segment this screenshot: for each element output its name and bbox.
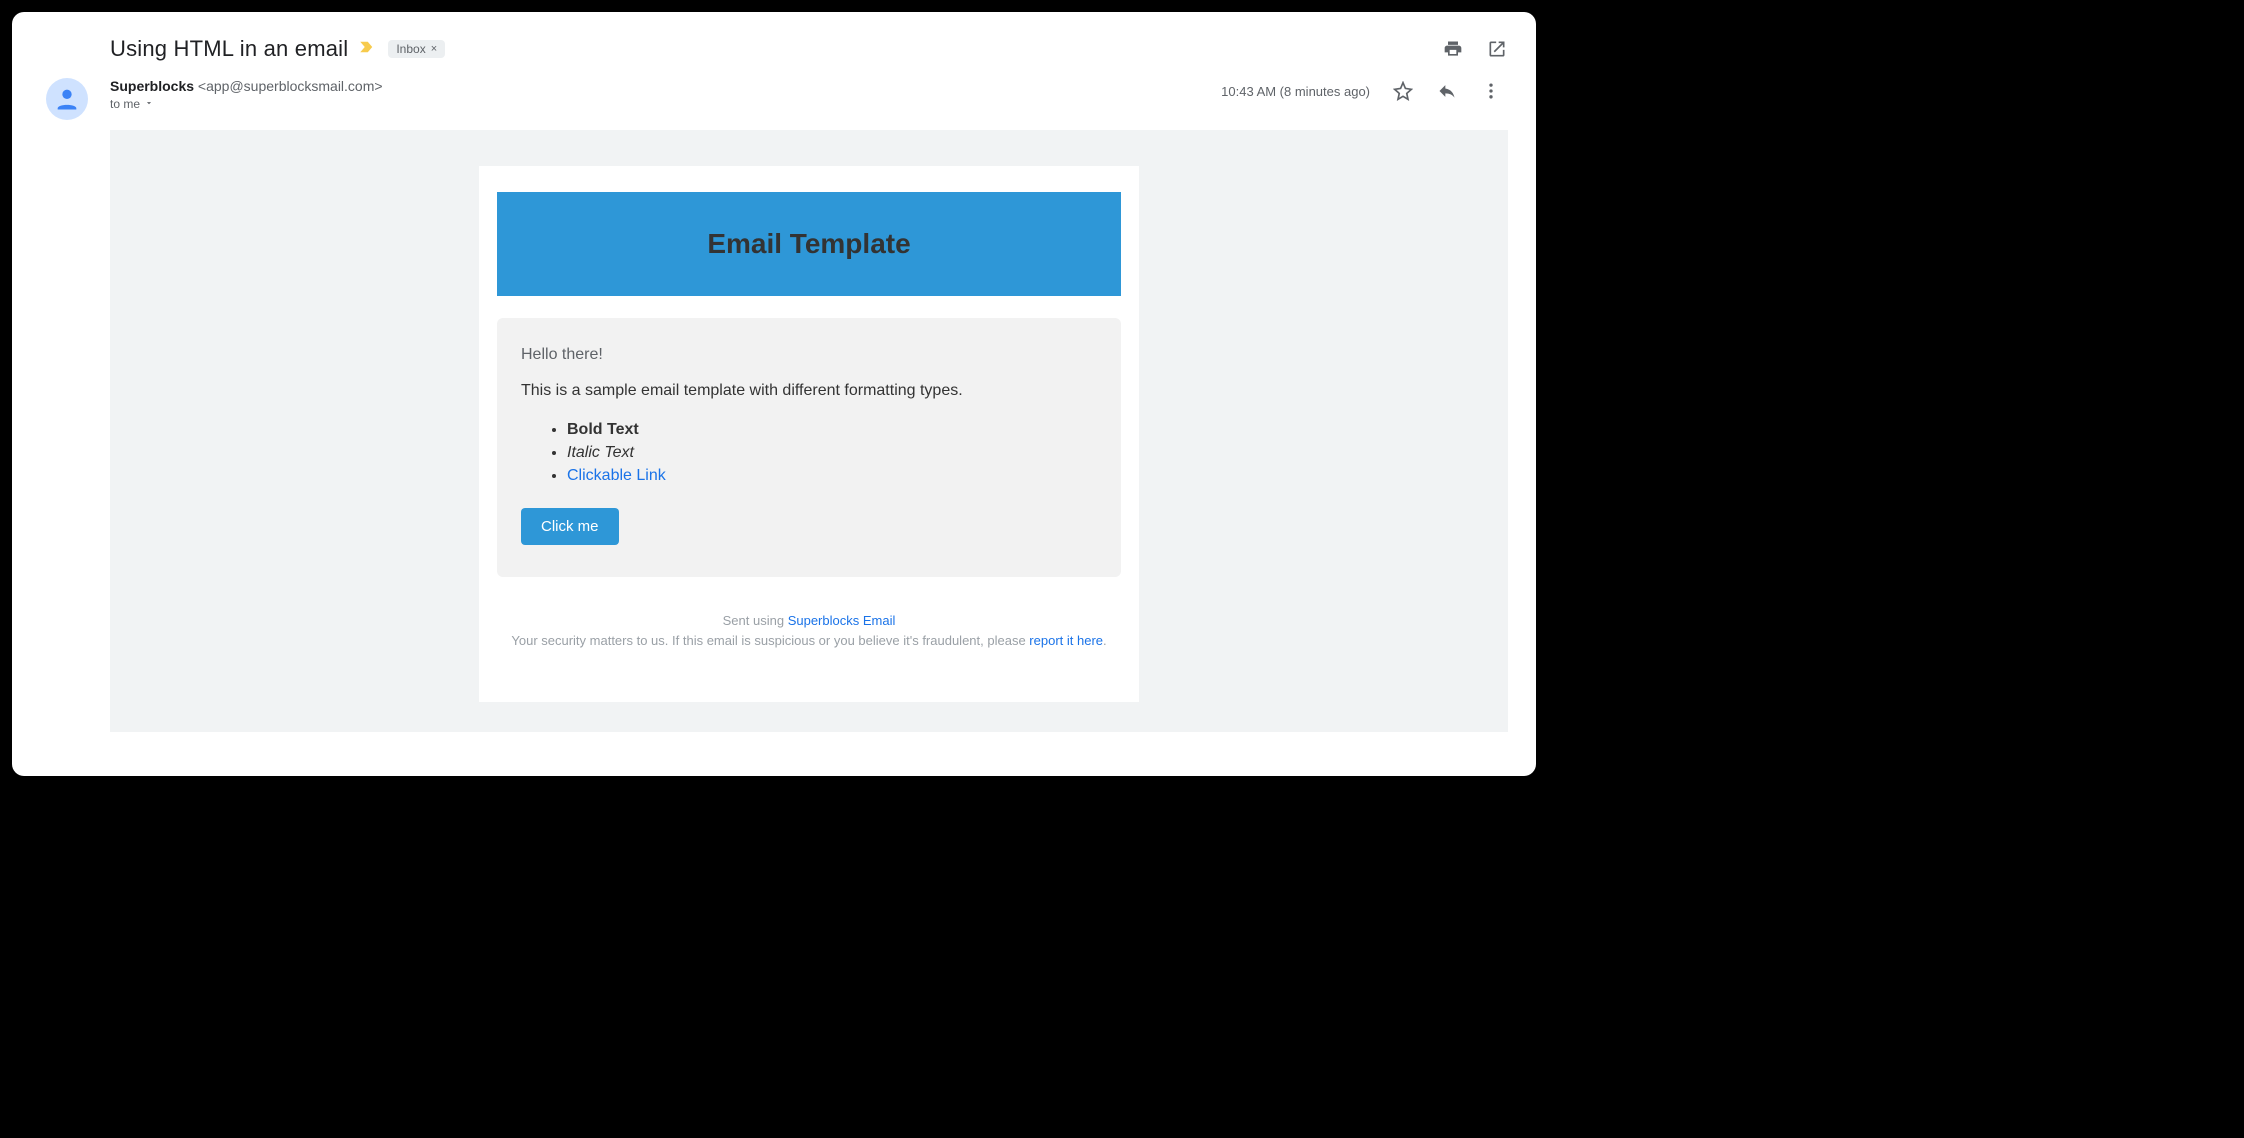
sent-using-prefix: Sent using (723, 613, 788, 628)
subject-wrap: Using HTML in an email Inbox × (110, 36, 445, 62)
email-subject: Using HTML in an email (110, 36, 348, 62)
greeting-text: Hello there! (521, 346, 1097, 364)
header-row: Using HTML in an email Inbox × (30, 30, 1518, 74)
recipient-line[interactable]: to me (110, 97, 1221, 111)
sent-using-link[interactable]: Superblocks Email (788, 613, 896, 628)
timestamp: 10:43 AM (8 minutes ago) (1221, 84, 1370, 99)
report-link[interactable]: report it here (1029, 633, 1103, 648)
inbox-chip-label: Inbox (396, 42, 425, 56)
list-item-italic: Italic Text (567, 441, 1097, 464)
sender-row: Superblocks <app@superblocksmail.com> to… (30, 74, 1518, 130)
email-template-card: Email Template Hello there! This is a sa… (479, 166, 1139, 702)
print-icon[interactable] (1442, 38, 1464, 60)
open-new-window-icon[interactable] (1486, 38, 1508, 60)
message-meta-actions: 10:43 AM (8 minutes ago) (1221, 78, 1508, 102)
star-icon[interactable] (1392, 80, 1414, 102)
top-action-icons (1442, 38, 1508, 60)
footer-period: . (1103, 633, 1107, 648)
list-item-link[interactable]: Clickable Link (567, 467, 666, 484)
reply-icon[interactable] (1436, 80, 1458, 102)
intro-text: This is a sample email template with dif… (521, 382, 1097, 400)
gmail-message-view: Using HTML in an email Inbox × Superbloc… (12, 12, 1536, 776)
sender-avatar[interactable] (46, 78, 88, 120)
sender-email: <app@superblocksmail.com> (194, 78, 383, 94)
inbox-label-chip[interactable]: Inbox × (388, 40, 445, 58)
importance-marker-icon[interactable] (358, 38, 378, 61)
cta-button[interactable]: Click me (521, 508, 619, 545)
sender-name: Superblocks (110, 78, 194, 94)
remove-label-icon[interactable]: × (431, 43, 437, 55)
template-footer: Sent using Superblocks Email Your securi… (497, 611, 1121, 653)
security-text: Your security matters to us. If this ema… (511, 633, 1029, 648)
to-label: to me (110, 97, 140, 111)
show-details-icon[interactable] (144, 97, 154, 111)
formatting-list: Bold Text Italic Text Clickable Link (521, 418, 1097, 488)
sender-info: Superblocks <app@superblocksmail.com> to… (110, 78, 1221, 111)
sender-line: Superblocks <app@superblocksmail.com> (110, 78, 1221, 94)
email-body-area: Email Template Hello there! This is a sa… (110, 130, 1508, 732)
template-content: Hello there! This is a sample email temp… (497, 318, 1121, 577)
template-hero: Email Template (497, 192, 1121, 296)
template-title: Email Template (507, 228, 1111, 260)
more-menu-icon[interactable] (1480, 80, 1502, 102)
list-item-bold: Bold Text (567, 418, 1097, 441)
